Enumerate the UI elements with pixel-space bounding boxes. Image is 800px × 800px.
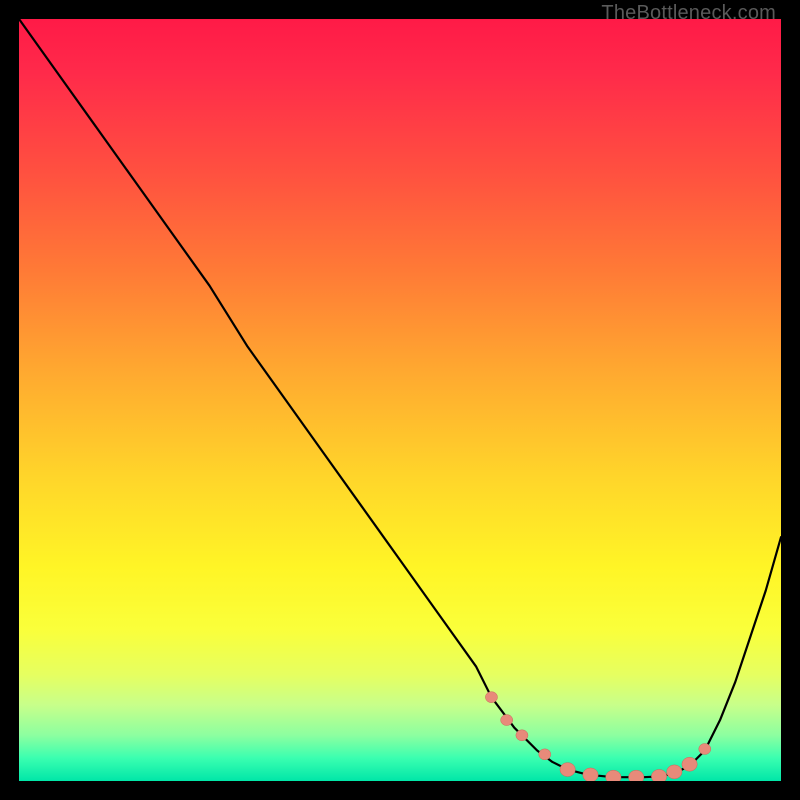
gradient-plot-area	[19, 19, 781, 781]
watermark-text: TheBottleneck.com	[601, 2, 776, 25]
